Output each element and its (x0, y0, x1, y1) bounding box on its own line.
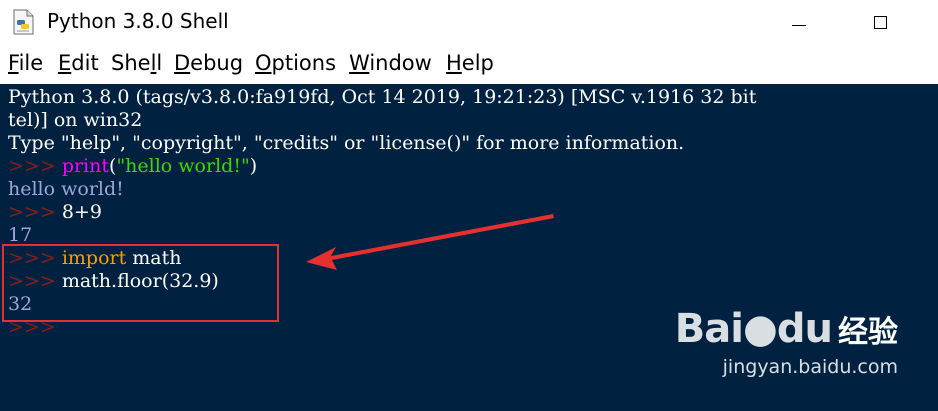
menu-window[interactable]: Window (349, 51, 432, 75)
menu-debug-mnemonic: D (174, 51, 191, 75)
menu-shell-label-end: l (156, 51, 163, 75)
menu-file-label: ile (18, 51, 44, 75)
watermark-url: jingyan.baidu.com (722, 356, 898, 378)
baidu-paw-icon: ● (742, 306, 778, 352)
watermark-logo: Bai (674, 306, 744, 352)
watermark-jingyan: 经验 (838, 315, 898, 350)
menu-help-mnemonic: H (446, 51, 462, 75)
menu-bar: File Edit Shell Debug Options Window Hel… (0, 46, 938, 84)
menu-help-label: elp (461, 51, 494, 75)
window-title: Python 3.8.0 Shell (47, 9, 229, 33)
watermark-logo-tail: du (776, 306, 833, 352)
baidu-watermark: Bai●du 经验 jingyan.baidu.com (674, 306, 898, 378)
menu-shell-label: She (111, 51, 151, 75)
menu-edit-label: dit (71, 51, 99, 75)
menu-file[interactable]: File (8, 51, 43, 75)
minimize-icon (792, 25, 806, 26)
maximize-icon (874, 16, 887, 29)
title-bar: Python 3.8.0 Shell (0, 0, 938, 46)
menu-shell[interactable]: Shell (111, 51, 162, 75)
maximize-button[interactable] (858, 6, 904, 40)
menu-window-mnemonic: W (349, 51, 370, 75)
menu-options-mnemonic: O (255, 51, 272, 75)
menu-help[interactable]: Help (446, 51, 494, 75)
shell-text-area[interactable]: Python 3.8.0 (tags/v3.8.0:fa919fd, Oct 1… (0, 84, 938, 411)
menu-options-label: ptions (271, 51, 337, 75)
menu-debug-label: ebug (190, 51, 244, 75)
minimize-button[interactable] (776, 6, 822, 40)
python-idle-icon (12, 9, 36, 35)
menu-edit-mnemonic: E (58, 51, 72, 75)
menu-file-mnemonic: F (8, 51, 19, 75)
menu-debug[interactable]: Debug (174, 51, 243, 75)
menu-window-label: indow (369, 51, 432, 75)
menu-options[interactable]: Options (255, 51, 336, 75)
menu-edit[interactable]: Edit (58, 51, 99, 75)
